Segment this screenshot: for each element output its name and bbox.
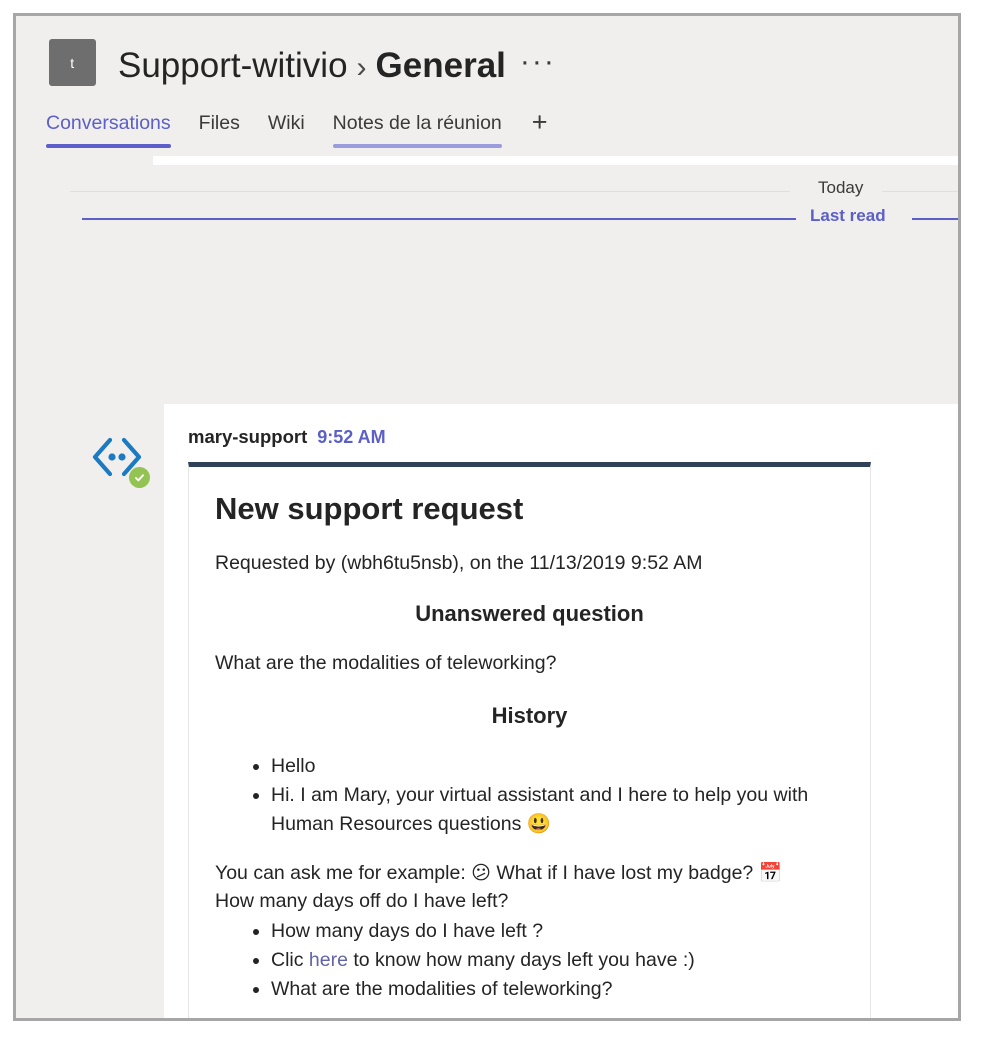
conversation-area[interactable]: Today Last read mary-support 9:52 AM New… <box>16 156 958 1018</box>
examples-paragraph: You can ask me for example: 😕 What if I … <box>215 859 844 915</box>
unanswered-question-text: What are the modalities of teleworking? <box>215 652 557 674</box>
last-read-label: Last read <box>810 206 886 225</box>
history-heading: History <box>491 703 568 728</box>
list-item-text-after: to know how many days left you have :) <box>347 949 695 971</box>
examples-text-before: You can ask me for example: <box>215 862 472 884</box>
message-timestamp: 9:52 AM <box>317 427 386 447</box>
today-label: Today <box>818 178 864 197</box>
list-item: How many days do I have left ? <box>271 917 844 946</box>
tab-wiki[interactable]: Wiki <box>268 109 305 148</box>
last-read-divider: Last read <box>70 206 958 232</box>
team-avatar-initial: t <box>70 54 75 71</box>
breadcrumb-channel-name[interactable]: General <box>376 46 506 85</box>
tab-conversations-label: Conversations <box>46 112 171 134</box>
examples-list: How many days do I have left ? Clic here… <box>215 917 844 1004</box>
bot-avatar[interactable] <box>88 428 150 488</box>
tab-files-label: Files <box>198 112 240 134</box>
list-item: Hello <box>271 752 844 781</box>
message-block: mary-support 9:52 AM New support request … <box>164 404 958 1018</box>
unanswered-question-heading: Unanswered question <box>415 601 644 626</box>
history-list: Hello Hi. I am Mary, your virtual assist… <box>215 752 844 839</box>
today-divider-line-right <box>882 191 958 192</box>
teams-app-window: t Support-witivio › General ··· Conversatio… <box>13 13 961 1021</box>
list-item-text-before: How many days do I have left ? <box>271 920 544 942</box>
tab-conversations-underline <box>46 144 171 148</box>
tab-files[interactable]: Files <box>199 109 240 148</box>
presence-available-icon <box>129 467 150 488</box>
list-item-text-before: Clic <box>271 949 309 971</box>
tab-notes-de-la-reunion[interactable]: Notes de la réunion <box>332 109 502 148</box>
today-divider-line-left <box>70 191 790 192</box>
list-item: Hi. I am Mary, your virtual assistant an… <box>271 781 844 839</box>
content-sheet-top-edge <box>153 156 958 165</box>
last-read-line-right <box>912 218 958 220</box>
tab-strip: Conversations Files Wiki Notes de la réu… <box>16 109 958 156</box>
more-options-icon[interactable]: ··· <box>520 45 556 78</box>
adaptive-card: New support request Requested by (wbh6tu… <box>188 462 871 1018</box>
team-avatar[interactable]: t <box>49 39 96 86</box>
message-header: mary-support 9:52 AM <box>164 404 958 451</box>
confused-face-emoji: 😕 <box>471 862 491 884</box>
tab-files-underline <box>199 144 240 148</box>
card-requested-by: Requested by (wbh6tu5nsb), on the 11/13/… <box>215 552 703 574</box>
list-item: Clic here to know how many days left you… <box>271 946 844 975</box>
list-item: What are the modalities of teleworking? <box>271 975 844 1004</box>
tab-wiki-label: Wiki <box>267 112 305 134</box>
breadcrumb-separator-icon: › <box>356 51 367 84</box>
last-read-line-left <box>82 218 796 220</box>
calendar-emoji: 📅 <box>758 862 783 884</box>
list-item-text-before: What are the modalities of teleworking? <box>271 978 613 1000</box>
card-title: New support request <box>215 491 524 526</box>
breadcrumb: Support-witivio › General ··· <box>118 37 556 93</box>
here-link[interactable]: here <box>309 949 348 971</box>
message-sender-name[interactable]: mary-support <box>188 426 307 447</box>
add-tab-button[interactable]: + <box>532 109 548 136</box>
channel-header: t Support-witivio › General ··· <box>16 16 958 109</box>
tab-notes-underline <box>332 144 502 148</box>
tab-notes-label: Notes de la réunion <box>332 112 502 134</box>
examples-line-2: How many days off do I have left? <box>215 890 509 912</box>
today-divider: Today <box>70 178 958 204</box>
breadcrumb-team-name[interactable]: Support-witivio <box>118 46 348 85</box>
tab-wiki-underline <box>268 144 305 148</box>
tab-conversations[interactable]: Conversations <box>46 109 171 148</box>
examples-text-after: What if I have lost my badge? <box>490 862 759 884</box>
